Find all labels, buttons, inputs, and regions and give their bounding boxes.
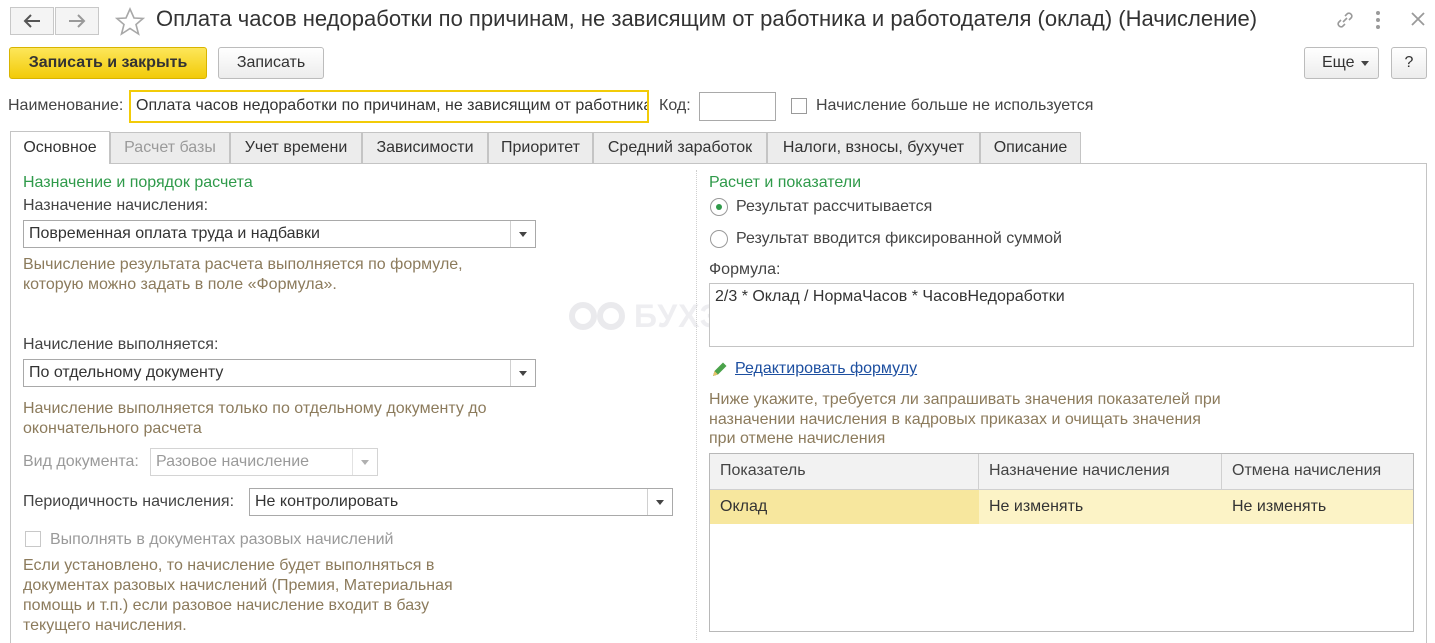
save-and-close-button[interactable]: Записать и закрыть: [9, 47, 207, 79]
doc-type-select-value: Разовое начисление: [156, 453, 310, 470]
purpose-select-value: Повременная оплата труда и надбавки: [29, 225, 320, 242]
periodicity-label: Периодичность начисления:: [23, 493, 235, 510]
formula-label: Формула:: [709, 261, 781, 278]
periodicity-dropdown-button[interactable]: [647, 489, 672, 515]
doc-type-select: Разовое начисление: [150, 448, 378, 476]
purpose-select[interactable]: Повременная оплата труда и надбавки: [23, 220, 536, 248]
chevron-down-icon: [519, 231, 527, 237]
name-label: Наименование:: [8, 97, 124, 114]
executed-dropdown-button[interactable]: [510, 360, 535, 386]
one-time-label: Выполнять в документах разовых начислени…: [50, 531, 394, 548]
doc-type-label: Вид документа:: [23, 453, 139, 470]
name-input[interactable]: Оплата часов недоработки по причинам, не…: [129, 90, 649, 123]
calc-section-title: Расчет и показатели: [709, 174, 862, 191]
one-time-hint: Если установлено, то начисление будет вы…: [23, 557, 453, 634]
column-header-cancellation[interactable]: Отмена начисления: [1222, 454, 1414, 489]
result-fixed-label: Результат вводится фиксированной суммой: [736, 230, 1062, 247]
indicators-table: Показатель Назначение начисления Отмена …: [709, 453, 1414, 632]
table-cell-cancellation[interactable]: Не изменять: [1222, 490, 1414, 524]
purpose-section-title: Назначение и порядок расчета: [23, 174, 253, 191]
executed-select[interactable]: По отдельному документу: [23, 359, 536, 387]
chevron-down-icon: [1361, 61, 1369, 66]
periodicity-select-value: Не контролировать: [255, 493, 399, 510]
tab-time-accounting[interactable]: Учет времени: [230, 132, 362, 163]
tab-average-earnings[interactable]: Средний заработок: [593, 132, 767, 163]
watermark-logo-icon: [569, 302, 625, 330]
link-button[interactable]: [1334, 9, 1356, 35]
tab-dependencies[interactable]: Зависимости: [362, 132, 488, 163]
tab-description[interactable]: Описание: [980, 132, 1081, 163]
close-icon: [1411, 12, 1425, 26]
more-button[interactable]: Еще: [1304, 47, 1379, 79]
indicators-hint: Ниже укажите, требуется ли запрашивать з…: [709, 391, 1221, 447]
one-time-checkbox: [25, 531, 41, 547]
forward-button[interactable]: [55, 7, 99, 35]
help-button[interactable]: ?: [1391, 47, 1427, 79]
chevron-down-icon: [361, 459, 369, 465]
column-divider: [696, 170, 697, 640]
tab-taxes[interactable]: Налоги, взносы, бухучет: [767, 132, 980, 163]
link-icon: [1337, 12, 1353, 28]
table-row[interactable]: Оклад Не изменять Не изменять: [710, 490, 1413, 524]
result-calculated-radio[interactable]: [710, 198, 728, 216]
not-used-checkbox[interactable]: [791, 98, 807, 114]
periodicity-select[interactable]: Не контролировать: [249, 488, 673, 516]
star-icon: [114, 7, 146, 36]
edit-formula-link[interactable]: Редактировать формулу: [735, 360, 917, 378]
close-button[interactable]: [1408, 9, 1428, 33]
chevron-down-icon: [656, 499, 664, 505]
table-cell-assignment[interactable]: Не изменять: [979, 490, 1222, 524]
column-header-assignment[interactable]: Назначение начисления: [979, 454, 1222, 489]
tab-priority[interactable]: Приоритет: [488, 132, 593, 163]
table-cell-indicator[interactable]: Оклад: [710, 490, 979, 524]
not-used-label: Начисление больше не используется: [816, 97, 1094, 114]
save-button[interactable]: Записать: [218, 47, 324, 79]
tab-main[interactable]: Основное: [10, 131, 110, 164]
purpose-label: Назначение начисления:: [23, 197, 209, 214]
pencil-icon-svg: [713, 362, 727, 376]
active-tab-connector: [11, 163, 109, 165]
result-calculated-label: Результат рассчитывается: [736, 198, 933, 215]
more-button-label: Еще: [1322, 54, 1355, 71]
code-label: Код:: [659, 97, 691, 114]
column-header-indicator[interactable]: Показатель: [710, 454, 979, 489]
formula-input[interactable]: 2/3 * Оклад / НормаЧасов * ЧасовНедорабо…: [709, 283, 1414, 347]
purpose-dropdown-button[interactable]: [510, 221, 535, 247]
purpose-hint: Вычисление результата расчета выполняетс…: [23, 256, 463, 293]
pencil-icon: [711, 360, 729, 382]
executed-hint: Начисление выполняется только по отдельн…: [23, 400, 487, 437]
table-header: Показатель Назначение начисления Отмена …: [710, 454, 1413, 490]
executed-select-value: По отдельному документу: [29, 364, 224, 381]
window-menu-button[interactable]: [1372, 9, 1384, 35]
executed-label: Начисление выполняется:: [23, 336, 219, 353]
window-title: Оплата часов недоработки по причинам, не…: [156, 6, 1258, 31]
arrow-right-icon: [69, 14, 86, 28]
result-fixed-radio[interactable]: [710, 230, 728, 248]
favorite-star-button[interactable]: [114, 7, 146, 41]
doc-type-dropdown-button: [352, 449, 377, 475]
chevron-down-icon: [519, 370, 527, 376]
more-vertical-icon: [1376, 11, 1380, 29]
back-button[interactable]: [10, 7, 54, 35]
tab-base-calculation[interactable]: Расчет базы: [110, 132, 230, 163]
code-input[interactable]: [699, 92, 776, 121]
arrow-left-icon: [23, 14, 40, 28]
